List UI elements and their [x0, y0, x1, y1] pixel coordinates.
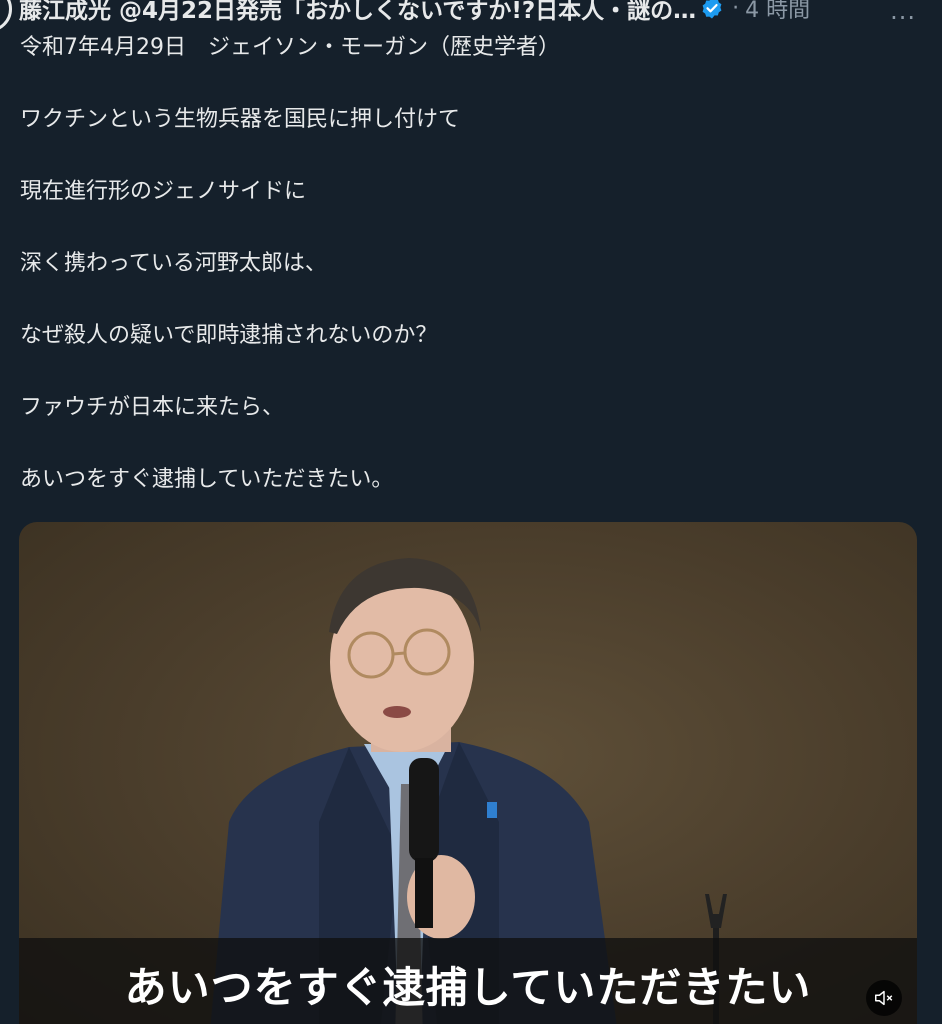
author-name[interactable]: 藤江成光 @4月22日発売「おかしくないですか!?日本人・謎の… — [19, 0, 696, 25]
video-caption: あいつをすぐ逮捕していただきたい — [124, 963, 812, 1012]
tweet-header: 藤江成光 @4月22日発売「おかしくないですか!?日本人・謎の… · 4 時間 — [19, 0, 922, 28]
tweet-line: 現在進行形のジェノサイドに — [20, 179, 307, 204]
verified-badge-icon — [702, 0, 722, 19]
tweet-line: ファウチが日本に来たら、 — [20, 395, 285, 420]
tweet-line: ワクチンという生物兵器を国民に押し付けて — [20, 107, 461, 132]
tweet-line: 令和7年4月29日 ジェイソン・モーガン（歴史学者） — [20, 35, 560, 60]
video-player[interactable]: あいつをすぐ逮捕していただきたい — [19, 522, 917, 1024]
more-options-icon[interactable]: ··· — [890, 4, 916, 32]
tweet: 藤江成光 @4月22日発売「おかしくないですか!?日本人・謎の… · 4 時間 … — [0, 0, 942, 1024]
mute-button[interactable] — [866, 980, 902, 1016]
speaker-muted-icon — [875, 990, 893, 1006]
author-avatar[interactable] — [0, 0, 12, 32]
tweet-line: なぜ殺人の疑いで即時逮捕されないのか？ — [20, 323, 438, 348]
tweet-timestamp[interactable]: 4 時間 — [745, 0, 810, 24]
tweet-line: 深く携わっている河野太郎は、 — [20, 251, 327, 276]
tweet-text: 令和7年4月29日 ジェイソン・モーガン（歴史学者） ワクチンという生物兵器を国… — [20, 30, 900, 498]
header-separator: · — [732, 0, 740, 21]
tweet-line: あいつをすぐ逮捕していただきたい。 — [20, 467, 394, 492]
